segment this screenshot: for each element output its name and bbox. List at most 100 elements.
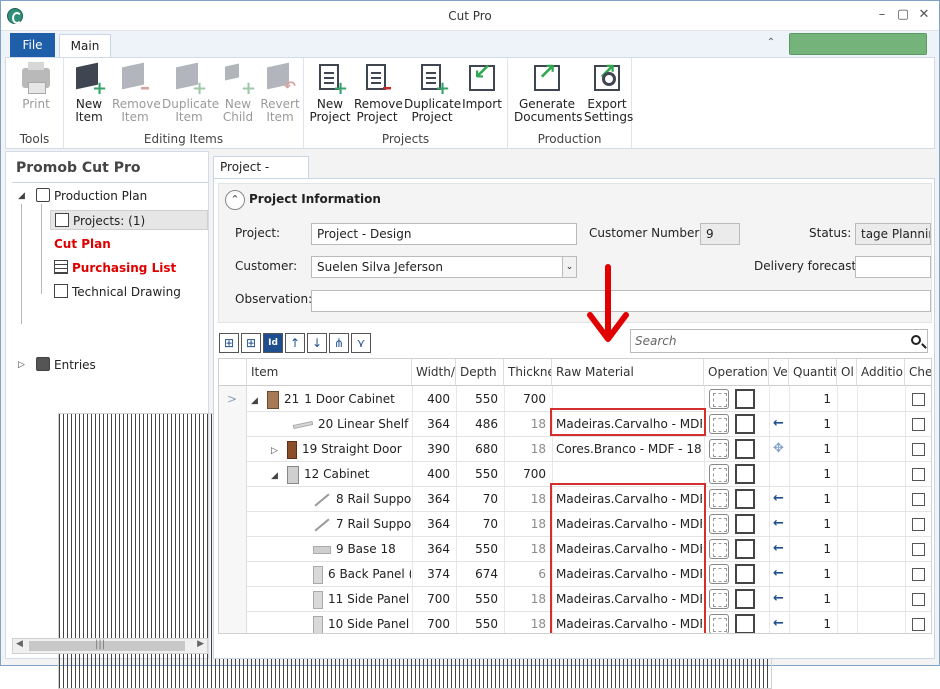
- column-header-additional[interactable]: Additio: [857, 359, 905, 386]
- column-header-depth[interactable]: Depth: [456, 359, 504, 386]
- expand-icon[interactable]: ▷: [18, 355, 28, 375]
- operation-box-icon[interactable]: [735, 589, 755, 609]
- depth-cell[interactable]: 550: [456, 462, 504, 487]
- tree-item-technical-drawing[interactable]: Technical Drawing: [54, 282, 181, 302]
- duplicate-item-button[interactable]: + Duplicate Item: [162, 62, 219, 124]
- thickness-cell[interactable]: 6: [504, 562, 552, 587]
- operation-edge-icon[interactable]: [709, 539, 729, 559]
- thickness-cell[interactable]: 700: [504, 462, 552, 487]
- move-icon[interactable]: ✥: [773, 441, 784, 456]
- operation-box-icon[interactable]: [735, 539, 755, 559]
- operation-box-icon[interactable]: [735, 614, 755, 633]
- tree-item-cut-plan[interactable]: Cut Plan: [54, 234, 772, 689]
- quantity-cell[interactable]: 1: [789, 412, 837, 437]
- thickness-cell[interactable]: 18: [504, 437, 552, 462]
- minimize-button[interactable]: –: [873, 7, 891, 23]
- depth-cell[interactable]: 550: [456, 537, 504, 562]
- close-button[interactable]: ✕: [915, 7, 933, 23]
- arrow-left-icon[interactable]: ←: [773, 516, 784, 531]
- depth-cell[interactable]: 550: [456, 587, 504, 612]
- thickness-cell[interactable]: 18: [504, 412, 552, 437]
- new-project-button[interactable]: + New Project: [308, 62, 352, 124]
- thickness-cell[interactable]: 18: [504, 487, 552, 512]
- width-cell[interactable]: 400: [412, 387, 456, 412]
- collapse-ribbon-icon[interactable]: ⌃: [764, 37, 778, 49]
- quantity-cell[interactable]: 1: [789, 462, 837, 487]
- delivery-forecast-field[interactable]: [855, 256, 931, 278]
- width-cell[interactable]: 390: [412, 437, 456, 462]
- document-tab[interactable]: Project - Design: [213, 156, 309, 195]
- collapse-chevron-icon[interactable]: ⌃: [225, 190, 245, 210]
- arrow-left-icon[interactable]: ←: [773, 616, 784, 631]
- column-header-width[interactable]: Width/l: [412, 359, 456, 386]
- row-checkbox[interactable]: [912, 618, 925, 631]
- operation-box-icon[interactable]: [735, 389, 755, 409]
- operation-edge-icon[interactable]: [709, 589, 729, 609]
- row-checkbox[interactable]: [912, 493, 925, 506]
- move-down-icon[interactable]: ↓: [307, 333, 327, 353]
- width-cell[interactable]: 700: [412, 612, 456, 633]
- tree-item-purchasing-list[interactable]: Purchasing List: [54, 258, 176, 278]
- remove-project-button[interactable]: – Remove Project: [354, 62, 403, 124]
- quantity-cell[interactable]: 1: [789, 612, 837, 633]
- row-checkbox[interactable]: [912, 468, 925, 481]
- arrow-left-icon[interactable]: ←: [773, 591, 784, 606]
- operation-edge-icon[interactable]: [709, 389, 729, 409]
- operation-edge-icon[interactable]: [709, 564, 729, 584]
- quantity-cell[interactable]: 1: [789, 512, 837, 537]
- quantity-cell[interactable]: 1: [789, 587, 837, 612]
- project-name-field[interactable]: Project - Design: [311, 223, 577, 245]
- depth-cell[interactable]: 550: [456, 387, 504, 412]
- operation-edge-icon[interactable]: [709, 614, 729, 633]
- row-checkbox[interactable]: [912, 393, 925, 406]
- merge-icon[interactable]: ⋔: [329, 333, 349, 353]
- depth-cell[interactable]: 70: [456, 487, 504, 512]
- quantity-cell[interactable]: 1: [789, 387, 837, 412]
- raw-material-cell[interactable]: Cores.Branco - MDF - 18 (2: [556, 437, 702, 462]
- arrow-left-icon[interactable]: ←: [773, 491, 784, 506]
- width-cell[interactable]: 364: [412, 412, 456, 437]
- expand-icon[interactable]: ◢: [251, 389, 263, 412]
- operation-edge-icon[interactable]: [709, 514, 729, 534]
- operation-box-icon[interactable]: [735, 489, 755, 509]
- width-cell[interactable]: 374: [412, 562, 456, 587]
- print-button[interactable]: Print: [18, 62, 54, 111]
- panel-horizontal-scrollbar[interactable]: ◀ ||| ▶: [12, 638, 208, 654]
- operation-edge-icon[interactable]: [709, 489, 729, 509]
- remove-item-button[interactable]: – Remove Item: [112, 62, 161, 124]
- column-header-quantity[interactable]: Quantit: [789, 359, 837, 386]
- arrow-left-icon[interactable]: ←: [773, 566, 784, 581]
- search-icon[interactable]: [911, 335, 921, 345]
- column-header-thickness[interactable]: Thickne: [504, 359, 552, 386]
- operation-box-icon[interactable]: [735, 439, 755, 459]
- table-row[interactable]: ▷ 19 Straight Door 390 680 18 Cores.Branco - …: [219, 437, 931, 462]
- depth-cell[interactable]: 486: [456, 412, 504, 437]
- width-cell[interactable]: 364: [412, 537, 456, 562]
- column-header-ve[interactable]: Ve: [769, 359, 789, 386]
- width-cell[interactable]: 364: [412, 512, 456, 537]
- width-cell[interactable]: 364: [412, 487, 456, 512]
- column-header-raw-material[interactable]: Raw Material: [552, 359, 704, 386]
- scrollbar-thumb[interactable]: [29, 641, 185, 651]
- customer-select[interactable]: Suelen Silva Jeferson ⌄: [311, 256, 577, 278]
- row-checkbox[interactable]: [912, 443, 925, 456]
- thickness-cell[interactable]: 18: [504, 537, 552, 562]
- row-checkbox[interactable]: [912, 518, 925, 531]
- column-header-ol[interactable]: Ol: [837, 359, 857, 386]
- maximize-button[interactable]: ▢: [894, 7, 912, 23]
- tree-item-projects[interactable]: Projects: (1): [50, 210, 208, 230]
- operation-box-icon[interactable]: [735, 414, 755, 434]
- revert-item-button[interactable]: ↶ Revert Item: [260, 62, 300, 124]
- operation-edge-icon[interactable]: [709, 439, 729, 459]
- new-item-button[interactable]: + New Item: [70, 62, 108, 124]
- import-button[interactable]: ↙ Import: [462, 62, 502, 111]
- width-cell[interactable]: 700: [412, 587, 456, 612]
- show-id-button[interactable]: Id: [263, 333, 283, 353]
- split-icon[interactable]: ⋎: [351, 333, 371, 353]
- column-header-item[interactable]: Item: [247, 359, 412, 386]
- operation-box-icon[interactable]: [735, 564, 755, 584]
- expand-all-button[interactable]: ⊞: [219, 333, 239, 353]
- thickness-cell[interactable]: 18: [504, 587, 552, 612]
- depth-cell[interactable]: 550: [456, 612, 504, 633]
- scroll-right-icon[interactable]: ▶: [197, 639, 204, 649]
